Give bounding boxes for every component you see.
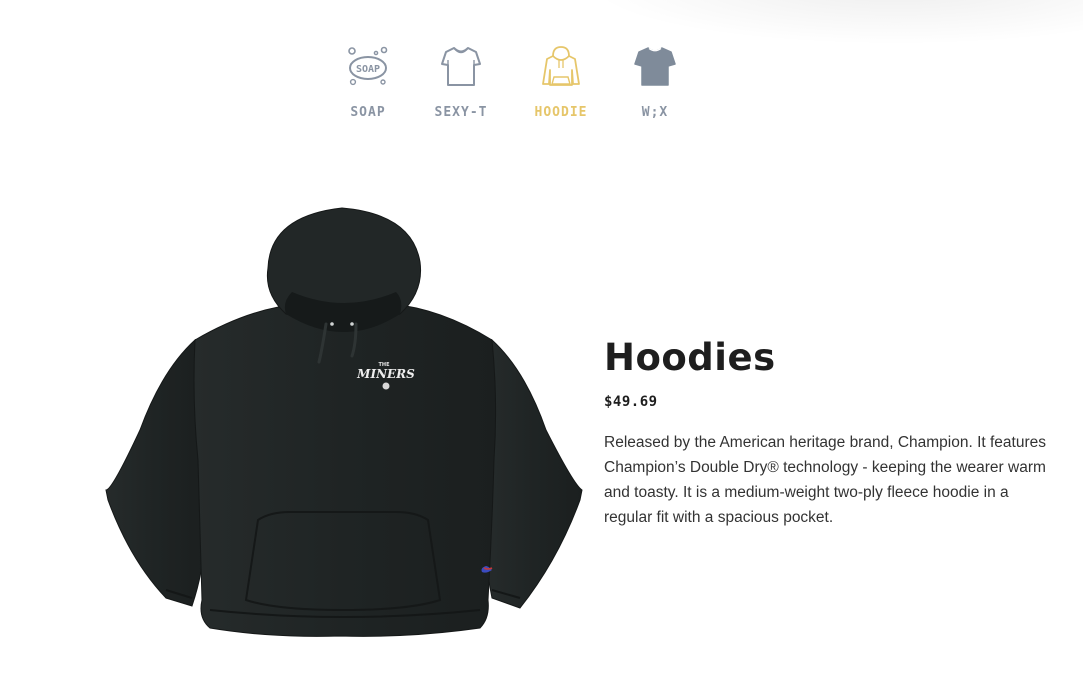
tshirt-outline-icon [439, 44, 483, 88]
hoodie-print-main: MINERS [356, 367, 415, 381]
category-wx[interactable]: W;X [607, 44, 703, 128]
category-sexy-t[interactable]: SEXY-T [413, 44, 509, 128]
soap-icon-text: SOAP [356, 64, 380, 75]
category-nav: SOAP SOAP SEXY-T HOODIE W;X [0, 0, 1083, 140]
product-title: Hoodies [604, 336, 776, 379]
category-soap[interactable]: SOAP SOAP [320, 44, 416, 128]
hoodie-icon [539, 44, 583, 88]
category-label-wx: W;X [641, 105, 669, 120]
product-price: $49.69 [604, 394, 658, 410]
tshirt-filled-icon [633, 44, 677, 88]
soap-icon: SOAP [346, 44, 390, 88]
category-hoodie[interactable]: HOODIE [513, 44, 609, 128]
category-label-soap: SOAP [350, 105, 386, 120]
product-details: Hoodies $49.69 Released by the American … [604, 336, 1064, 530]
product-description: Released by the American heritage brand,… [604, 434, 1047, 526]
hoodie-product-image: THE MINERS [100, 200, 590, 650]
category-label-sexy-t: SEXY-T [434, 105, 488, 120]
category-label-hoodie: HOODIE [534, 105, 588, 120]
